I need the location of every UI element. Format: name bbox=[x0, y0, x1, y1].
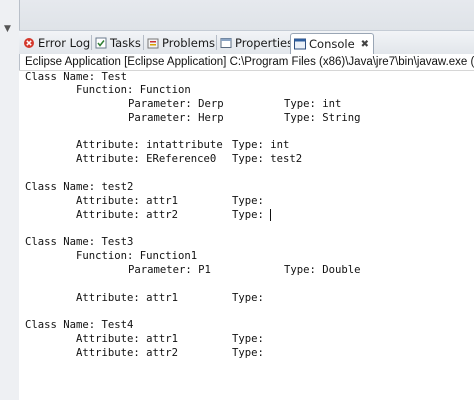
console-line: Type: bbox=[232, 333, 264, 345]
tab-separator bbox=[91, 35, 92, 50]
tab-separator bbox=[216, 35, 217, 50]
console-line: Type: bbox=[232, 195, 264, 207]
console-line: Type: bbox=[232, 209, 264, 221]
console-line: Attribute: attr1 bbox=[76, 292, 179, 304]
console-line: Class Name: Test bbox=[25, 71, 128, 83]
console-line: Type: Double bbox=[284, 264, 361, 276]
tasks-icon bbox=[95, 37, 107, 49]
console-line: Type: String bbox=[284, 112, 361, 124]
tab-label: Properties bbox=[235, 35, 294, 50]
properties-icon bbox=[220, 37, 232, 49]
tab-error-log[interactable]: Error Log bbox=[23, 33, 90, 52]
console-line: Function: Function1 bbox=[76, 250, 198, 262]
view-tab-bar: Error Log Tasks Problems Properties Cons… bbox=[19, 30, 474, 54]
console-line: Attribute: attr1 bbox=[76, 333, 179, 345]
console-line: Type: int bbox=[232, 139, 290, 151]
console-process-label: Eclipse Application [Eclipse Application… bbox=[19, 54, 474, 71]
close-icon[interactable]: ✖ bbox=[361, 39, 369, 50]
console-icon bbox=[294, 38, 306, 50]
toolbar-area bbox=[0, 0, 474, 30]
console-line: Type: int bbox=[284, 98, 342, 110]
console-line: Attribute: attr1 bbox=[76, 195, 179, 207]
console-line: Attribute: EReference0 bbox=[76, 153, 217, 165]
console-line: Type: test2 bbox=[232, 153, 303, 165]
tab-problems[interactable]: Problems bbox=[147, 33, 215, 52]
console-line: Parameter: Herp bbox=[128, 112, 224, 124]
tab-separator bbox=[143, 35, 144, 50]
console-line: Parameter: Derp bbox=[128, 98, 224, 110]
text-cursor bbox=[270, 209, 271, 221]
console-line: Attribute: intattribute bbox=[76, 139, 223, 151]
console-line: Attribute: attr2 bbox=[76, 347, 179, 359]
tab-tasks[interactable]: Tasks bbox=[95, 33, 141, 52]
console-line: Class Name: Test3 bbox=[25, 236, 134, 248]
error-log-icon bbox=[23, 37, 35, 49]
console-line: Class Name: Test4 bbox=[25, 319, 134, 331]
tab-label: Tasks bbox=[110, 35, 141, 50]
left-panel-edge: ▼ bbox=[0, 0, 20, 400]
console-line: Type: bbox=[232, 292, 264, 304]
console-line: Function: Function bbox=[76, 84, 191, 96]
chevron-down-icon[interactable]: ▼ bbox=[4, 24, 14, 34]
process-description: Eclipse Application [Eclipse Application… bbox=[25, 56, 474, 68]
console-line: Attribute: attr2 bbox=[76, 209, 179, 221]
tab-console[interactable]: Console ✖ bbox=[290, 33, 375, 54]
console-line: Parameter: P1 bbox=[128, 264, 211, 276]
tab-label: Console bbox=[309, 37, 355, 51]
console-line: Class Name: test2 bbox=[25, 181, 134, 193]
console-line: Type: bbox=[232, 347, 264, 359]
console-output[interactable]: Class Name: Test Function: Function Para… bbox=[19, 71, 474, 400]
tab-properties[interactable]: Properties bbox=[220, 33, 293, 52]
problems-icon bbox=[147, 37, 159, 49]
tab-label: Error Log bbox=[38, 35, 91, 50]
tab-label: Problems bbox=[162, 35, 216, 50]
